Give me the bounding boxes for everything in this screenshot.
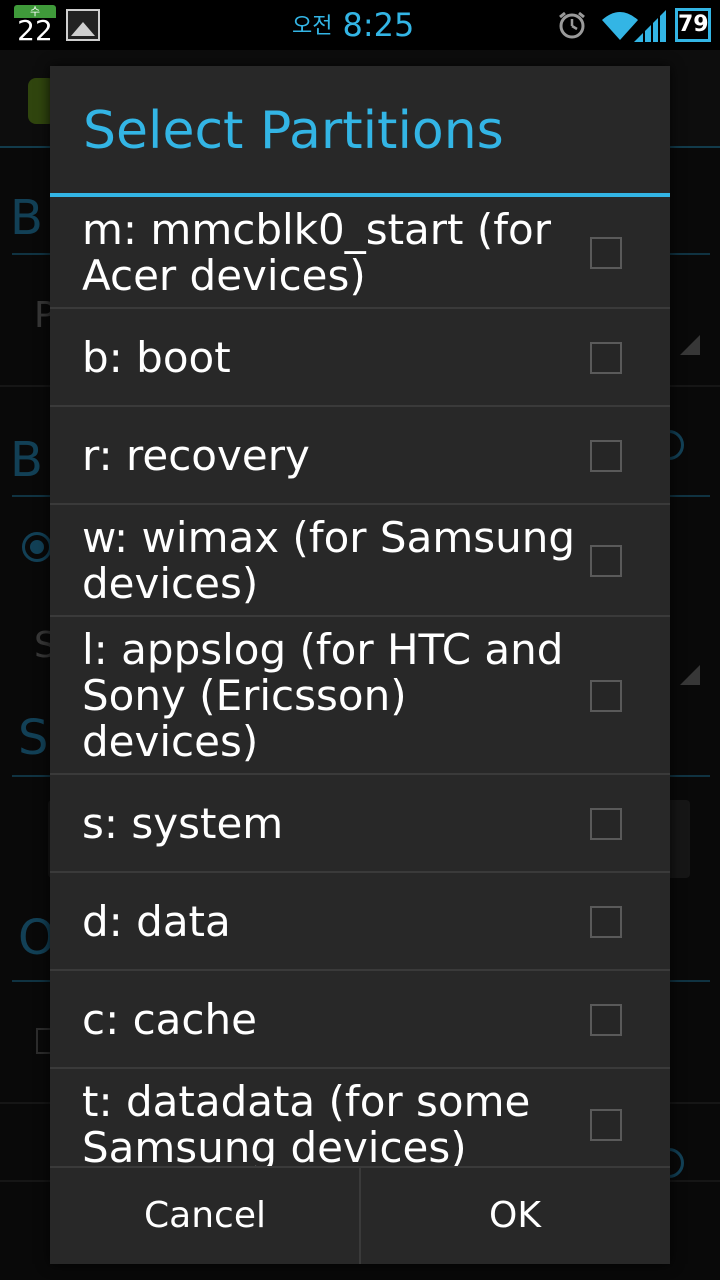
partition-checkbox[interactable] bbox=[590, 906, 622, 938]
clock-ampm: 오전 bbox=[292, 14, 333, 39]
partition-item-mmcblk0-start[interactable]: m: mmcblk0_start (for Acer devices) bbox=[50, 197, 670, 309]
partition-label: d: data bbox=[82, 897, 231, 946]
battery-icon: 79 bbox=[675, 8, 711, 42]
partition-label: b: boot bbox=[82, 333, 231, 382]
cancel-button[interactable]: Cancel bbox=[50, 1168, 360, 1264]
partition-checkbox[interactable] bbox=[590, 1004, 622, 1036]
partition-checkbox[interactable] bbox=[590, 545, 622, 577]
partition-list[interactable]: m: mmcblk0_start (for Acer devices) b: b… bbox=[50, 197, 670, 1167]
signal-icon bbox=[634, 10, 666, 42]
partition-checkbox[interactable] bbox=[590, 440, 622, 472]
partition-item-recovery[interactable]: r: recovery bbox=[50, 407, 670, 505]
partition-label: r: recovery bbox=[82, 431, 310, 480]
ok-button[interactable]: OK bbox=[360, 1168, 670, 1264]
partition-item-appslog[interactable]: l: appslog (for HTC and Sony (Ericsson) … bbox=[50, 617, 670, 775]
battery-level: 79 bbox=[678, 12, 709, 37]
calendar-date: 22 bbox=[17, 14, 53, 47]
partition-item-datadata[interactable]: t: datadata (for some Samsung devices) bbox=[50, 1069, 670, 1167]
status-clock: 오전 8:25 bbox=[292, 4, 414, 48]
partition-checkbox[interactable] bbox=[590, 342, 622, 374]
partition-label: w: wimax (for Samsung devices) bbox=[82, 513, 576, 608]
partition-label: m: mmcblk0_start (for Acer devices) bbox=[82, 205, 552, 300]
partition-checkbox[interactable] bbox=[590, 1109, 622, 1141]
calendar-icon: 수 22 bbox=[14, 5, 56, 47]
partition-checkbox[interactable] bbox=[590, 680, 622, 712]
gallery-icon bbox=[66, 9, 100, 41]
partition-item-system[interactable]: s: system bbox=[50, 775, 670, 873]
partition-item-wimax[interactable]: w: wimax (for Samsung devices) bbox=[50, 505, 670, 617]
status-bar: 수 22 오전 8:25 79 bbox=[0, 0, 720, 50]
partition-checkbox[interactable] bbox=[590, 808, 622, 840]
partition-item-cache[interactable]: c: cache bbox=[50, 971, 670, 1069]
partition-item-data[interactable]: d: data bbox=[50, 873, 670, 971]
dialog-title: Select Partitions bbox=[83, 101, 504, 161]
clock-time: 8:25 bbox=[342, 6, 415, 44]
partition-item-boot[interactable]: b: boot bbox=[50, 309, 670, 407]
alarm-icon bbox=[559, 11, 585, 39]
partition-checkbox[interactable] bbox=[590, 237, 622, 269]
partition-label: s: system bbox=[82, 799, 284, 848]
partition-label: c: cache bbox=[82, 995, 257, 1044]
partition-label: t: datadata (for some Samsung devices) bbox=[82, 1077, 531, 1168]
select-partitions-dialog: Select Partitions m: mmcblk0_start (for … bbox=[50, 66, 670, 1264]
partition-label: l: appslog (for HTC and Sony (Ericsson) … bbox=[82, 625, 564, 766]
dialog-button-bar: Cancel OK bbox=[50, 1166, 670, 1264]
screen: 수 22 오전 8:25 79 B P B S S O Select Parti… bbox=[0, 0, 720, 1280]
